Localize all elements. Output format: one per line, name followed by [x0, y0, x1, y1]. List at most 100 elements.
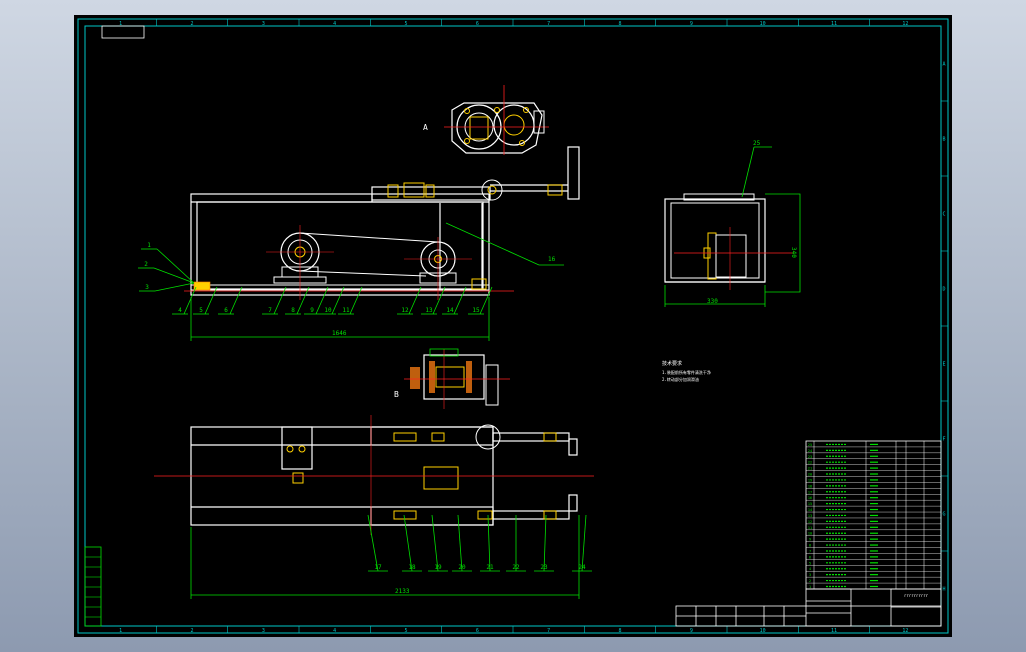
side-balloon: 25: [753, 140, 761, 147]
border-col-label: 3: [262, 21, 265, 27]
border-col-label: 5: [404, 628, 407, 634]
plan-balloon: 19: [434, 564, 442, 571]
parts-row-number: 21: [808, 467, 812, 471]
border-row-label: F: [942, 437, 945, 443]
side-dim-width: 330: [707, 298, 718, 305]
front-balloon: 10: [324, 307, 332, 314]
border-row-label: G: [942, 512, 945, 518]
parts-row-number: 10: [808, 532, 812, 536]
parts-row-number: 1: [809, 585, 811, 589]
parts-row-number: 9: [809, 538, 811, 542]
parts-row-number: 13: [808, 514, 812, 518]
border-col-label: 7: [547, 628, 550, 634]
detail-view-b: [404, 348, 510, 409]
foot-left: [193, 281, 211, 291]
parts-row-number: 24: [808, 449, 812, 453]
border-col-label: 10: [760, 21, 766, 27]
border-col-label: 9: [690, 628, 693, 634]
front-balloon: 8: [291, 307, 295, 314]
front-balloon: 4: [178, 307, 182, 314]
parts-row-number: 25: [808, 443, 812, 447]
joint-circle: [481, 179, 503, 201]
plan-balloon: 20: [458, 564, 466, 571]
front-dim-text: 1646: [332, 330, 347, 337]
title-block: [675, 588, 942, 627]
border-row-label: B: [942, 137, 945, 143]
front-balloon: 14: [446, 307, 454, 314]
detail-a-label: A: [423, 123, 428, 132]
parts-row-number: 5: [809, 561, 811, 565]
plan-dim-text: 2133: [395, 588, 410, 595]
plan-balloon: 22: [512, 564, 520, 571]
side-dim-height: 340: [790, 247, 797, 258]
parts-row-number: 6: [809, 555, 811, 559]
border-col-label: 6: [476, 21, 479, 27]
notes-title: 技术要求: [662, 360, 682, 367]
border-col-label: 7: [547, 21, 550, 27]
plan-view-balloons: 17 18 19 20 21 22 23 24: [367, 514, 592, 572]
parts-row-number: 11: [808, 526, 812, 530]
drive-belt: [299, 232, 439, 277]
front-balloon: 7: [268, 307, 272, 314]
foot-right: [471, 278, 487, 290]
detail-b-label: B: [394, 390, 399, 399]
balloon-16: 16: [548, 256, 556, 263]
border-row-label: E: [942, 362, 945, 368]
corner-box: [101, 25, 145, 39]
border-col-label: 6: [476, 628, 479, 634]
parts-row-number: 20: [808, 473, 812, 477]
plan-balloon: 17: [374, 564, 382, 571]
border-row-label: A: [942, 62, 945, 68]
border-col-label: 4: [333, 628, 336, 634]
revision-block: [84, 546, 102, 627]
parts-row-number: 17: [808, 490, 812, 494]
border-col-label: 1: [119, 628, 122, 634]
border-col-label: 2: [190, 628, 193, 634]
drawing-number: rrrrrrrrrr: [904, 593, 929, 598]
border-col-label: 5: [404, 21, 407, 27]
border-col-label: 2: [190, 21, 193, 27]
border-col-label: 8: [618, 628, 621, 634]
parts-row-number: 15: [808, 502, 812, 506]
border-row-label: C: [942, 212, 945, 218]
parts-list: 2524232221201918171615141312111098765432…: [805, 440, 942, 590]
border-col-label: 11: [831, 628, 837, 634]
plan-balloon: 24: [578, 564, 586, 571]
plan-dimension: [190, 515, 580, 599]
parts-row-number: 23: [808, 455, 812, 459]
parts-row-number: 2: [809, 579, 811, 583]
parts-row-number: 7: [809, 549, 811, 553]
parts-row-number: 18: [808, 484, 812, 488]
parts-row-number: 4: [809, 567, 811, 571]
border-col-label: 12: [902, 628, 908, 634]
front-balloon: 12: [401, 307, 409, 314]
parts-row-number: 12: [808, 520, 812, 524]
front-balloon: 2: [144, 261, 148, 268]
outer-frame: [77, 18, 949, 634]
front-balloon: 3: [145, 284, 149, 291]
border-col-label: 8: [618, 21, 621, 27]
notes-line-2: 2.转动部分加润滑油: [662, 376, 699, 382]
parts-row-number: 22: [808, 461, 812, 465]
front-balloon: 9: [310, 307, 314, 314]
side-view: [664, 146, 801, 307]
parts-row-number: 3: [809, 573, 811, 577]
front-balloon: 15: [472, 307, 480, 314]
parts-row-number: 8: [809, 544, 811, 548]
border-col-label: 3: [262, 628, 265, 634]
parts-row-number: 16: [808, 496, 812, 500]
detail-view-a: [444, 85, 549, 155]
border-col-label: 12: [902, 21, 908, 27]
border-col-label: 9: [690, 21, 693, 27]
front-balloon: 11: [342, 307, 350, 314]
notes-line-1: 1.装配前所有零件清洗干净: [662, 369, 711, 375]
border-row-label: D: [942, 287, 945, 293]
plan-balloon: 18: [408, 564, 416, 571]
cad-drawing: 112233445566778899101011111212ABCDEFGH A: [77, 18, 949, 634]
border-col-label: 11: [831, 21, 837, 27]
border-col-label: 10: [760, 628, 766, 634]
front-balloon: 1: [147, 242, 151, 249]
parts-row-number: 19: [808, 478, 812, 482]
plan-balloon: 21: [486, 564, 494, 571]
front-view-frame: [190, 146, 580, 296]
